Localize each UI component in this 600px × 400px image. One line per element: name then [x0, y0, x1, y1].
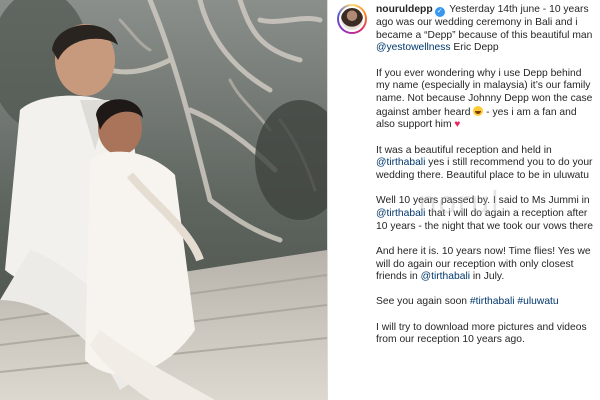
mention-link[interactable]: @yestowellness — [376, 42, 451, 53]
caption-paragraph: And here it is. 10 years now! Time flies… — [376, 246, 598, 284]
mention-link[interactable]: @tirthabali — [376, 157, 425, 168]
caption-text: in July. — [470, 271, 505, 283]
caption-paragraph: If you ever wondering why i use Depp beh… — [376, 68, 598, 133]
caption-text: I will try to download more pictures and… — [376, 321, 587, 346]
verified-badge-icon: ✓ — [434, 7, 445, 17]
laughing-emoji — [473, 105, 484, 116]
wedding-photo-illustration — [0, 0, 327, 400]
caption-text: Well 10 years passed by. I said to Ms Ju… — [376, 195, 590, 207]
caption-text: See you again soon — [376, 296, 470, 308]
profile-avatar-image — [339, 6, 365, 32]
post-caption: nouruldepp ✓ Yesterday 14th june - 10 yea… — [376, 4, 598, 360]
mention-link[interactable]: @tirthabali — [421, 271, 470, 282]
caption-paragraph: I will try to download more pictures and… — [376, 322, 598, 347]
profile-avatar[interactable] — [337, 4, 367, 34]
hashtag-link[interactable]: #uluwatu — [517, 296, 558, 307]
caption-paragraph: nouruldepp ✓ Yesterday 14th june - 10 yea… — [376, 4, 598, 55]
post-caption-panel: nouruldepp ✓ Yesterday 14th june - 10 yea… — [327, 0, 600, 400]
caption-paragraph: Well 10 years passed by. I said to Ms Ju… — [376, 195, 598, 233]
caption-text: Eric Depp — [450, 42, 499, 54]
caption-text: It was a beautiful reception and held in — [376, 144, 552, 156]
caption-paragraph: See you again soon #tirthabali #uluwatu — [376, 296, 598, 309]
username-link[interactable]: nouruldepp — [376, 4, 433, 15]
wedding-photo — [0, 0, 327, 400]
caption-paragraph: It was a beautiful reception and held in… — [376, 145, 598, 183]
heart-emoji: ♥ — [454, 119, 461, 131]
mention-link[interactable]: @tirthabali — [376, 208, 425, 219]
hashtag-link[interactable]: #tirthabali — [470, 296, 515, 307]
